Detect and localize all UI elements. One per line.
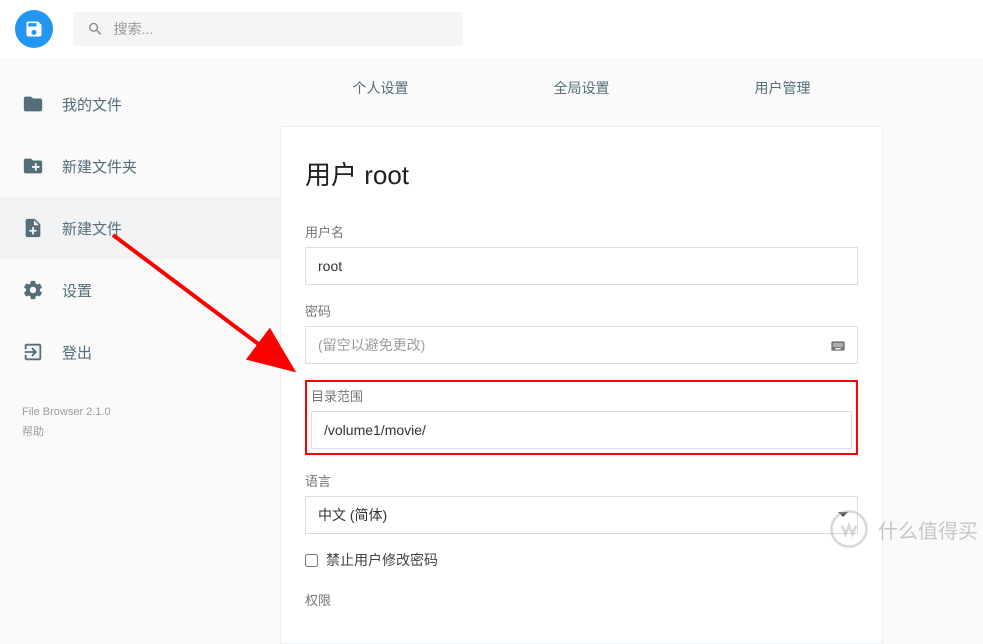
main-content: 个人设置 全局设置 用户管理 用户 root 用户名 密码 目录范围 [280,58,983,644]
search-box[interactable] [73,12,463,46]
sidebar-item-my-files[interactable]: 我的文件 [0,73,280,135]
version-text: File Browser 2.1.0 [22,403,258,423]
password-label: 密码 [305,301,858,320]
language-label: 语言 [305,471,858,490]
permissions-label: 权限 [305,590,858,609]
scope-label: 目录范围 [307,382,856,405]
folder-icon [22,93,44,115]
sidebar-item-settings[interactable]: 设置 [0,259,280,321]
logout-icon [22,341,44,363]
password-input[interactable] [305,326,858,364]
watermark-icon [828,508,870,550]
new-folder-icon [22,155,44,177]
watermark-text: 什么值得买 [878,515,978,544]
new-file-icon [22,217,44,239]
help-link[interactable]: 帮助 [22,423,258,443]
prevent-password-label: 禁止用户修改密码 [326,550,438,570]
save-disk-icon [24,19,44,39]
tabs: 个人设置 全局设置 用户管理 [280,58,883,118]
sidebar-item-label: 新建文件夹 [62,156,137,177]
search-icon [87,20,104,38]
sidebar: 我的文件 新建文件夹 新建文件 设置 登出 File Browser 2.1.0… [0,58,280,644]
sidebar-item-logout[interactable]: 登出 [0,321,280,383]
prevent-password-checkbox[interactable] [305,554,318,567]
header [0,0,983,58]
tab-personal-settings[interactable]: 个人设置 [280,58,481,118]
keyboard-icon[interactable] [828,338,848,354]
username-group: 用户名 [305,222,858,285]
language-select[interactable]: 中文 (简体) [305,496,858,534]
gear-icon [22,279,44,301]
search-input[interactable] [114,21,449,37]
sidebar-item-new-file[interactable]: 新建文件 [0,197,280,259]
sidebar-item-label: 新建文件 [62,218,122,239]
sidebar-item-label: 登出 [62,342,92,363]
tab-global-settings[interactable]: 全局设置 [481,58,682,118]
scope-highlight: 目录范围 [305,380,858,455]
tab-user-management[interactable]: 用户管理 [682,58,883,118]
username-label: 用户名 [305,222,858,241]
password-group: 密码 [305,301,858,364]
scope-input[interactable] [311,411,852,449]
page-title: 用户 root [305,155,858,192]
username-input[interactable] [305,247,858,285]
sidebar-footer: File Browser 2.1.0 帮助 [0,383,280,463]
language-group: 语言 中文 (简体) [305,471,858,534]
user-edit-card: 用户 root 用户名 密码 目录范围 语言 中文 ( [280,126,883,644]
sidebar-item-new-folder[interactable]: 新建文件夹 [0,135,280,197]
app-logo[interactable] [15,10,53,48]
sidebar-item-label: 设置 [62,280,92,301]
watermark: 什么值得买 [828,508,978,550]
prevent-password-row[interactable]: 禁止用户修改密码 [305,550,858,570]
sidebar-item-label: 我的文件 [62,94,122,115]
